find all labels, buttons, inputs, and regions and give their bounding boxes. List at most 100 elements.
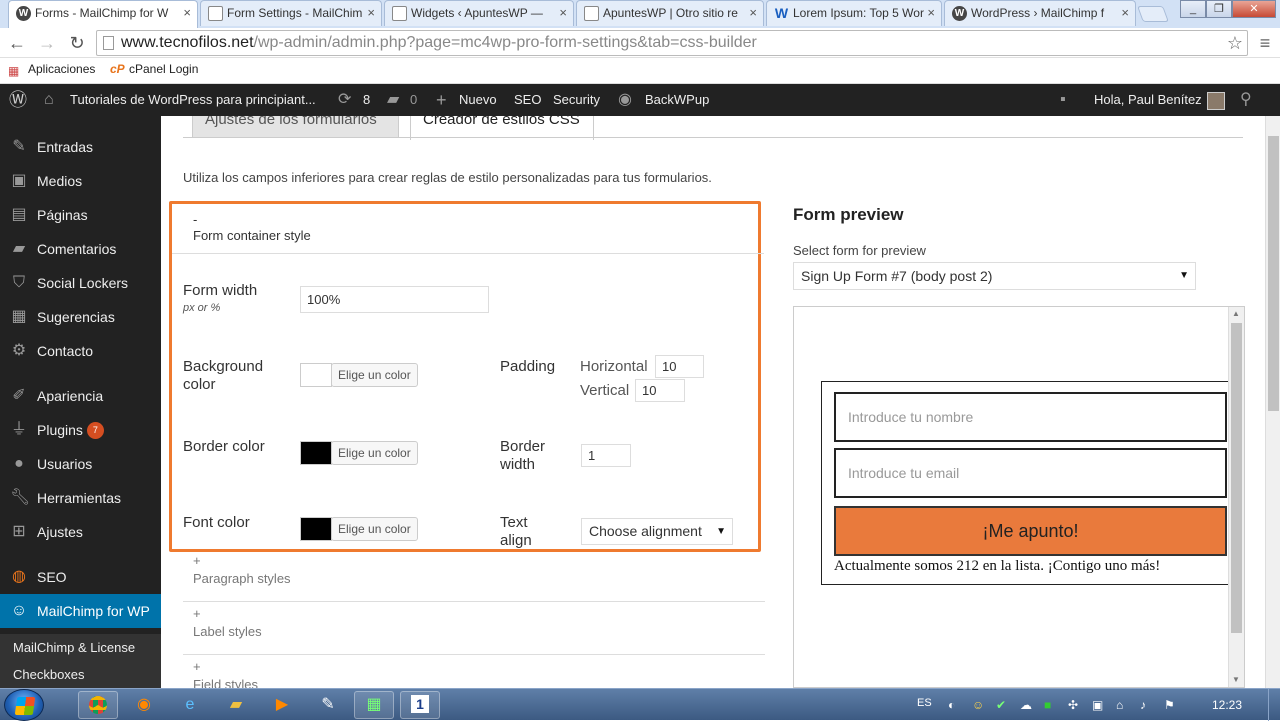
- submenu-mailchimp-license[interactable]: MailChimp & License: [0, 634, 161, 661]
- sidebar-item-entradas[interactable]: ✎ Entradas: [0, 130, 161, 164]
- close-tab-icon[interactable]: ×: [183, 1, 191, 25]
- backwpup-link[interactable]: BackWPup: [645, 84, 709, 116]
- tray-icon[interactable]: ■: [1044, 695, 1051, 715]
- taskbar-chrome[interactable]: [78, 691, 118, 719]
- form-width-input[interactable]: 100%: [300, 286, 489, 313]
- browser-tab-forms[interactable]: W Forms - MailChimp for W ×: [8, 0, 198, 28]
- sidebar-item-social-lockers[interactable]: ⛉ Social Lockers: [0, 266, 161, 300]
- section-title[interactable]: Label styles: [193, 624, 262, 639]
- background-color-picker-button[interactable]: Elige un color: [331, 363, 418, 387]
- tray-icon[interactable]: ◐: [948, 695, 955, 715]
- menu-icon[interactable]: ≡: [1252, 30, 1278, 56]
- close-window-button[interactable]: ✕: [1232, 0, 1276, 18]
- border-color-swatch[interactable]: [300, 441, 332, 465]
- sidebar-item-medios[interactable]: ▣ Medios: [0, 164, 161, 198]
- internet-explorer-icon[interactable]: e: [170, 691, 210, 719]
- sidebar-item-herramientas[interactable]: 🔧︎ Herramientas: [0, 481, 161, 515]
- cloud-icon[interactable]: ☁: [1020, 695, 1032, 715]
- browser-tab-widgets[interactable]: Widgets ‹ ApuntesWP — ×: [384, 0, 574, 26]
- new-content-link[interactable]: Nuevo: [459, 84, 497, 116]
- media-player-icon[interactable]: ▶: [262, 691, 302, 719]
- avatar[interactable]: [1207, 92, 1225, 110]
- user-greeting[interactable]: Hola, Paul Benítez: [1094, 84, 1202, 116]
- sidebar-item-mailchimp[interactable]: ☺ MailChimp for WP: [0, 594, 161, 628]
- clock[interactable]: 12:23: [1212, 695, 1242, 715]
- section-title[interactable]: Field styles: [193, 677, 258, 688]
- preview-scrollbar[interactable]: ▲ ▼: [1228, 307, 1244, 687]
- restore-button[interactable]: ❐: [1206, 0, 1232, 18]
- language-indicator[interactable]: ES: [917, 693, 932, 713]
- section-title[interactable]: Form container style: [193, 228, 311, 243]
- close-tab-icon[interactable]: ×: [1121, 1, 1129, 25]
- bookmark-aplicaciones[interactable]: Aplicaciones: [28, 58, 95, 80]
- comments-count[interactable]: 0: [410, 84, 417, 116]
- close-tab-icon[interactable]: ×: [559, 1, 567, 25]
- sidebar-item-sugerencias[interactable]: ▦ Sugerencias: [0, 300, 161, 334]
- sidebar-item-apariencia[interactable]: ✐ Apariencia: [0, 379, 161, 413]
- show-desktop-button[interactable]: [1268, 689, 1280, 721]
- volume-icon[interactable]: ♪: [1140, 695, 1146, 715]
- updates-count[interactable]: 8: [363, 84, 370, 116]
- notepad-icon[interactable]: ✎: [308, 691, 348, 719]
- section-title[interactable]: Paragraph styles: [193, 571, 291, 586]
- reload-icon[interactable]: ↻: [64, 30, 90, 56]
- label-styles-section[interactable]: + Label styles: [183, 602, 765, 655]
- preview-email-input[interactable]: Introduce tu email: [834, 448, 1227, 498]
- preview-submit-button[interactable]: ¡Me apunto!: [834, 506, 1227, 556]
- page-scrollbar[interactable]: [1265, 116, 1280, 688]
- expand-toggle[interactable]: +: [193, 606, 201, 621]
- preview-form-select[interactable]: Sign Up Form #7 (body post 2) ▼: [793, 262, 1196, 290]
- font-color-picker-button[interactable]: Elige un color: [331, 517, 418, 541]
- preview-scroll-thumb[interactable]: [1231, 323, 1242, 633]
- firefox-icon[interactable]: ◉: [124, 691, 164, 719]
- close-tab-icon[interactable]: ×: [927, 1, 935, 25]
- bookmark-cpanel[interactable]: cPanel Login: [129, 58, 198, 80]
- submenu-checkboxes[interactable]: Checkboxes: [0, 661, 161, 688]
- sidebar-item-comentarios[interactable]: ▰ Comentarios: [0, 232, 161, 266]
- page-scroll-thumb[interactable]: [1268, 136, 1279, 411]
- seo-link[interactable]: SEO: [514, 84, 541, 116]
- sidebar-item-contacto[interactable]: ⚙ Contacto: [0, 334, 161, 368]
- folder-icon[interactable]: ▰: [216, 691, 256, 719]
- scroll-up-icon[interactable]: ▲: [1232, 309, 1240, 318]
- network-icon[interactable]: ⌂: [1116, 695, 1123, 715]
- close-tab-icon[interactable]: ×: [367, 1, 375, 25]
- new-tab-button[interactable]: [1137, 6, 1169, 22]
- border-color-picker-button[interactable]: Elige un color: [331, 441, 418, 465]
- action-center-icon[interactable]: ⚑: [1164, 695, 1175, 715]
- preview-name-input[interactable]: Introduce tu nombre: [834, 392, 1227, 442]
- font-color-swatch[interactable]: [300, 517, 332, 541]
- sidebar-item-usuarios[interactable]: ● Usuarios: [0, 447, 161, 481]
- address-bar[interactable]: www.tecnofilos.net/wp-admin/admin.php?pa…: [96, 30, 1248, 56]
- start-button[interactable]: [4, 689, 44, 721]
- scroll-down-icon[interactable]: ▼: [1232, 675, 1240, 684]
- tray-icon[interactable]: ✣: [1068, 695, 1078, 715]
- taskbar-app[interactable]: ▦: [354, 691, 394, 719]
- field-styles-section[interactable]: + Field styles: [183, 655, 765, 688]
- sidebar-item-ajustes[interactable]: ⊞ Ajustes: [0, 515, 161, 549]
- border-width-input[interactable]: 1: [581, 444, 631, 467]
- minimize-button[interactable]: _: [1180, 0, 1206, 18]
- tab-ajustes-formularios[interactable]: Ajustes de los formularios: [192, 116, 399, 138]
- browser-tab-form-settings[interactable]: Form Settings - MailChim ×: [200, 0, 382, 26]
- star-bookmark-icon[interactable]: ☆: [1222, 30, 1248, 56]
- expand-toggle[interactable]: +: [193, 659, 201, 674]
- section-toggle[interactable]: -: [193, 212, 197, 227]
- expand-toggle[interactable]: +: [193, 553, 201, 568]
- browser-tab-wordpress-org[interactable]: W WordPress › MailChimp f ×: [944, 0, 1136, 26]
- close-tab-icon[interactable]: ×: [749, 1, 757, 25]
- background-color-swatch[interactable]: [300, 363, 332, 387]
- sidebar-item-seo[interactable]: ◍ SEO: [0, 560, 161, 594]
- tray-icon[interactable]: ☺: [972, 695, 984, 715]
- tray-icon[interactable]: ✔: [996, 695, 1006, 715]
- notification-icon[interactable]: ▪: [1060, 84, 1066, 116]
- forward-arrow-icon[interactable]: →: [34, 30, 60, 56]
- wordpress-logo-icon[interactable]: Ⓦ: [9, 84, 27, 116]
- text-align-select[interactable]: Choose alignment ▼: [581, 518, 733, 545]
- sidebar-item-plugins[interactable]: ⏚ Plugins 7: [0, 413, 161, 447]
- sidebar-item-paginas[interactable]: ▤ Páginas: [0, 198, 161, 232]
- padding-vertical-input[interactable]: 10: [635, 379, 685, 402]
- site-name-link[interactable]: Tutoriales de WordPress para principiant…: [70, 84, 316, 116]
- paragraph-styles-section[interactable]: + Paragraph styles: [183, 549, 765, 602]
- back-arrow-icon[interactable]: ←: [4, 30, 30, 56]
